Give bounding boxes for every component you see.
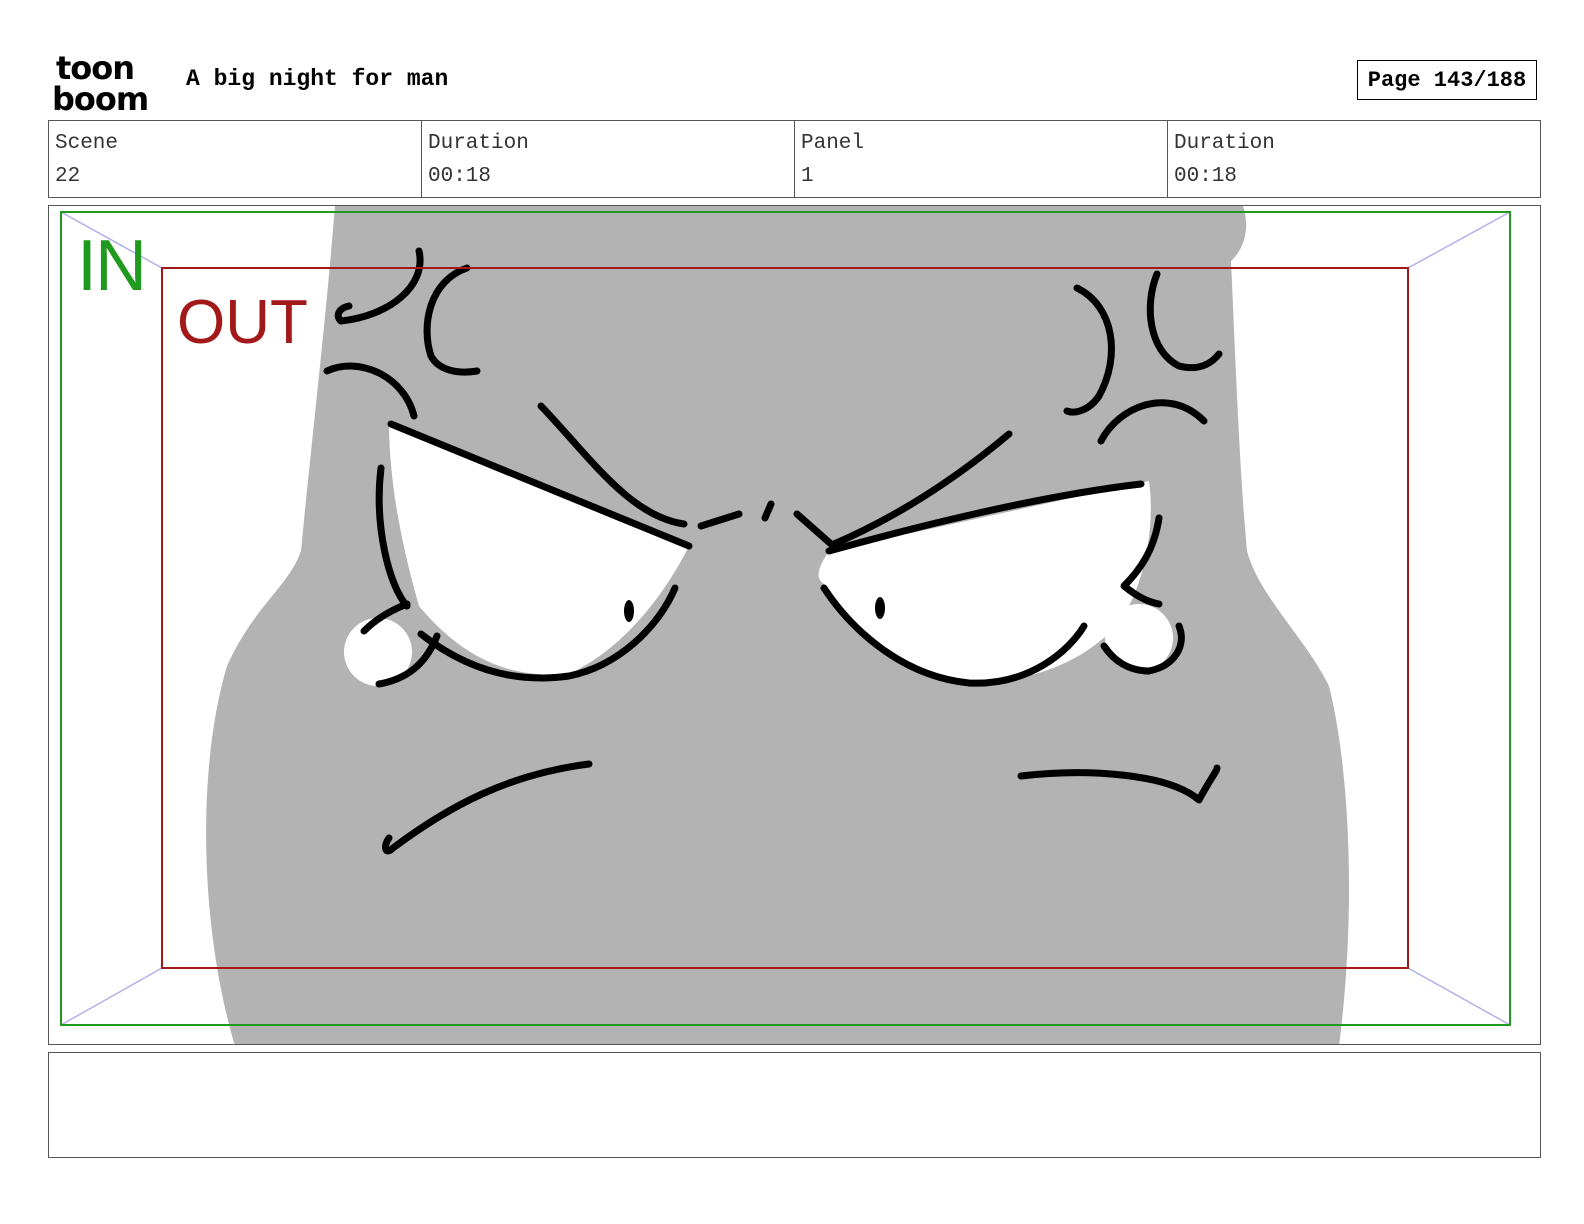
- panel-duration-value: 00:18: [1174, 165, 1238, 188]
- panel-cell: Panel 1: [795, 121, 1168, 197]
- panel-label: Panel: [801, 132, 865, 155]
- panel-duration-label: Duration: [1174, 132, 1275, 155]
- scene-duration-cell: Duration 00:18: [422, 121, 795, 197]
- scene-duration-value: 00:18: [428, 165, 492, 188]
- document-title: A big night for man: [186, 66, 449, 92]
- logo-bottom-text: boom: [52, 80, 148, 114]
- scene-duration-label: Duration: [428, 132, 529, 155]
- scene-label: Scene: [55, 132, 119, 155]
- in-frame-label: IN: [77, 226, 147, 306]
- panel-notes-box[interactable]: [48, 1052, 1541, 1158]
- scene-value: 22: [55, 165, 81, 188]
- panel-value: 1: [801, 165, 814, 188]
- scene-cell: Scene 22: [49, 121, 422, 197]
- scene-info-table: Scene 22 Duration 00:18 Panel 1 Duration…: [48, 120, 1541, 198]
- toon-boom-logo: toon boom: [52, 50, 149, 114]
- out-frame-label: OUT: [177, 288, 308, 357]
- panel-duration-cell: Duration 00:18: [1168, 121, 1540, 197]
- storyboard-panel: IN OUT: [48, 205, 1541, 1045]
- page-number: Page 143/188: [1357, 60, 1537, 100]
